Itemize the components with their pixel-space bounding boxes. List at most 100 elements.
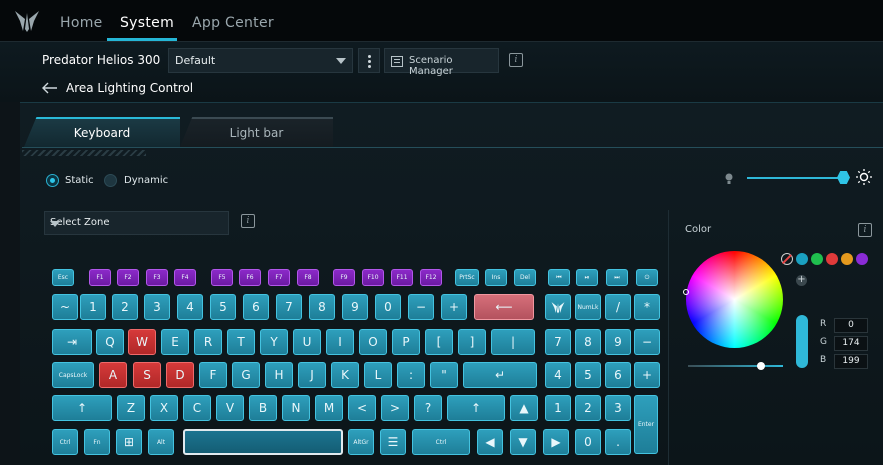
key-row4-5[interactable]: B [249, 395, 277, 421]
key-row4-16[interactable]: Enter [634, 395, 658, 454]
key-16-fn-row[interactable]: ⏮ [548, 269, 570, 286]
key-row2-10[interactable]: P [392, 329, 420, 355]
key-row3-8[interactable]: K [331, 362, 359, 388]
key-row1-0[interactable]: ~ [52, 294, 78, 320]
key-row3-6[interactable]: H [265, 362, 293, 388]
info-icon[interactable]: i [241, 214, 255, 228]
key-12-fn-row[interactable]: F12 [420, 269, 442, 286]
key-row2-1[interactable]: Q [96, 329, 124, 355]
color-intensity-slider[interactable] [796, 315, 808, 368]
key-row3-16[interactable]: + [634, 362, 660, 388]
key-row1-11[interactable]: − [408, 294, 434, 320]
key-row1-4[interactable]: 4 [177, 294, 203, 320]
key-row5-0[interactable]: Ctrl [52, 429, 78, 455]
key-row1-3[interactable]: 3 [144, 294, 170, 320]
key-row5-1[interactable]: Fn [84, 429, 110, 455]
key-row5-5[interactable]: AltGr [348, 429, 374, 455]
key-row4-7[interactable]: M [315, 395, 343, 421]
key-row5-4[interactable] [183, 429, 343, 455]
key-15-fn-row[interactable]: Del [514, 269, 536, 286]
key-row4-10[interactable]: ? [414, 395, 442, 421]
key-14-fn-row[interactable]: Ins [485, 269, 507, 286]
key-row3-12[interactable]: ↵ [463, 362, 537, 388]
key-11-fn-row[interactable]: F11 [391, 269, 413, 286]
key-row1-12[interactable]: + [441, 294, 467, 320]
key-row4-1[interactable]: Z [117, 395, 145, 421]
key-row4-11[interactable]: ↑ [447, 395, 505, 421]
key-row3-11[interactable]: " [430, 362, 458, 388]
key-8-fn-row[interactable]: F8 [297, 269, 319, 286]
key-row4-13[interactable]: 1 [545, 395, 571, 421]
key-row2-17[interactable]: − [634, 329, 660, 355]
key-row2-14[interactable]: 7 [545, 329, 571, 355]
predator-key[interactable] [545, 294, 571, 320]
key-row2-0[interactable]: ⇥ [52, 329, 92, 355]
key-row5-2[interactable]: ⊞ [116, 429, 142, 455]
key-row4-0[interactable]: ↑ [52, 395, 112, 421]
key-row1-7[interactable]: 7 [276, 294, 302, 320]
back-arrow-icon[interactable] [42, 82, 58, 94]
key-row1-8[interactable]: 8 [309, 294, 335, 320]
key-row3-5[interactable]: G [232, 362, 260, 388]
key-18-fn-row[interactable]: ⏭ [606, 269, 628, 286]
key-row1-17[interactable]: * [634, 294, 660, 320]
key-row3-15[interactable]: 6 [605, 362, 631, 388]
key-row3-10[interactable]: : [397, 362, 425, 388]
key-row1-13[interactable]: ⟵ [474, 294, 534, 320]
key-13-fn-row[interactable]: PrtSc [455, 269, 479, 286]
key-17-fn-row[interactable]: ⏯ [576, 269, 598, 286]
key-row4-3[interactable]: C [183, 395, 211, 421]
key-2-fn-row[interactable]: F2 [117, 269, 139, 286]
add-color-button[interactable]: + [796, 275, 807, 286]
key-row3-14[interactable]: 5 [575, 362, 601, 388]
key-row1-5[interactable]: 5 [210, 294, 236, 320]
color-swatch[interactable] [841, 253, 853, 265]
key-9-fn-row[interactable]: F9 [333, 269, 355, 286]
color-swatch[interactable] [856, 253, 868, 265]
key-row3-13[interactable]: 4 [545, 362, 571, 388]
key-row5-6[interactable]: ☰ [380, 429, 406, 455]
key-7-fn-row[interactable]: F7 [268, 269, 290, 286]
key-row1-15[interactable]: NumLk [575, 294, 601, 320]
key-row4-8[interactable]: < [348, 395, 376, 421]
key-row2-13[interactable]: | [491, 329, 535, 355]
no-color-swatch[interactable] [781, 253, 793, 265]
key-row4-4[interactable]: V [216, 395, 244, 421]
key-row5-7[interactable]: Ctrl [412, 429, 470, 455]
key-row2-4[interactable]: R [194, 329, 222, 355]
zone-dropdown[interactable]: Select Zone [44, 211, 229, 235]
predator-logo-icon[interactable] [14, 9, 40, 33]
key-row1-9[interactable]: 9 [342, 294, 368, 320]
scenario-manager-button[interactable]: Scenario Manager [384, 48, 499, 77]
key-row3-0[interactable]: CapsLock [52, 362, 94, 388]
key-row3-9[interactable]: L [364, 362, 392, 388]
key-row4-2[interactable]: X [150, 395, 178, 421]
r-value-field[interactable]: 0 [834, 318, 868, 333]
color-swatch[interactable] [826, 253, 838, 265]
key-row2-6[interactable]: Y [260, 329, 288, 355]
tab-keyboard[interactable]: Keyboard [24, 117, 180, 147]
info-icon[interactable]: i [858, 223, 872, 237]
key-row5-9[interactable]: ▼ [510, 429, 536, 455]
color-swatch[interactable] [811, 253, 823, 265]
key-row4-9[interactable]: > [381, 395, 409, 421]
key-row2-7[interactable]: U [293, 329, 321, 355]
key-row3-3[interactable]: D [166, 362, 194, 388]
key-row5-12[interactable]: . [605, 429, 631, 455]
key-row5-8[interactable]: ◀ [477, 429, 503, 455]
info-icon[interactable]: i [509, 53, 523, 67]
key-row1-16[interactable]: / [605, 294, 631, 320]
key-row2-5[interactable]: T [227, 329, 255, 355]
key-row5-11[interactable]: 0 [575, 429, 601, 455]
key-4-fn-row[interactable]: F4 [174, 269, 196, 286]
key-3-fn-row[interactable]: F3 [146, 269, 168, 286]
nav-tab-home[interactable]: Home [60, 15, 103, 31]
color-saturation-slider[interactable] [688, 365, 783, 367]
key-row4-14[interactable]: 2 [575, 395, 601, 421]
key-row5-3[interactable]: Alt [148, 429, 174, 455]
key-5-fn-row[interactable]: F5 [211, 269, 233, 286]
saturation-slider-thumb[interactable] [757, 362, 765, 370]
key-row2-2[interactable]: W [128, 329, 156, 355]
key-row2-12[interactable]: ] [458, 329, 486, 355]
profile-dropdown[interactable]: Default [168, 48, 353, 73]
